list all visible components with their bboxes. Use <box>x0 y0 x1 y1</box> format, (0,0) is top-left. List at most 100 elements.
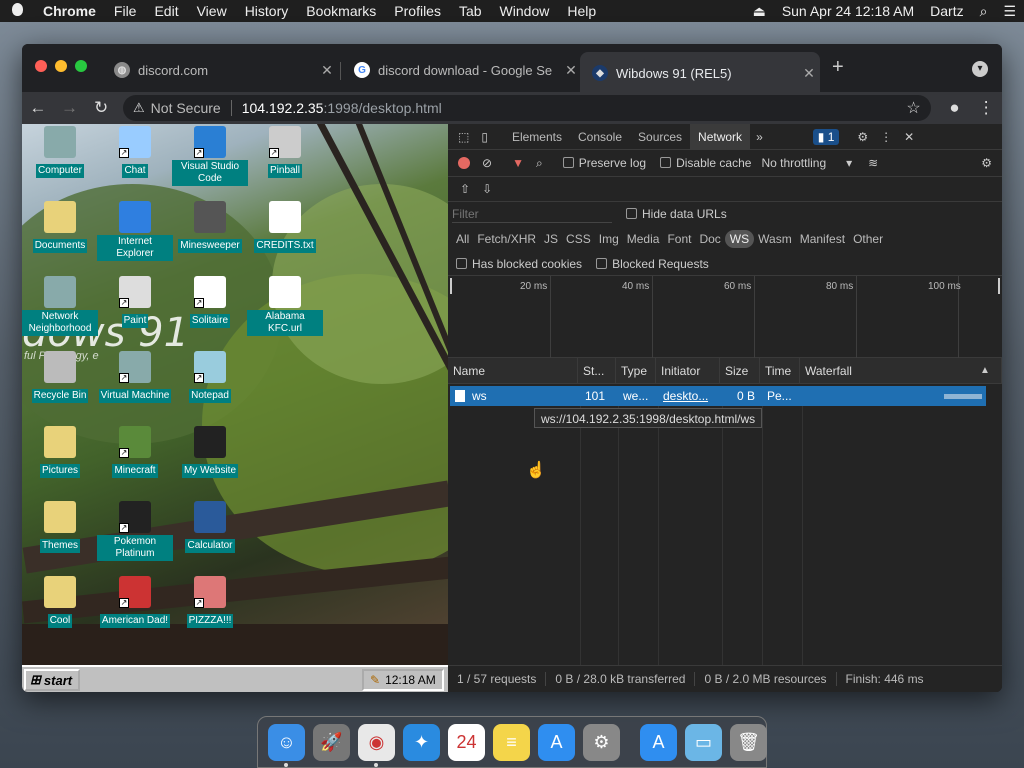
menu-profiles[interactable]: Profiles <box>385 3 450 19</box>
forward-icon[interactable]: → <box>54 98 86 118</box>
close-tab-icon[interactable]: ✕ <box>560 62 582 79</box>
menu-tab[interactable]: Tab <box>450 3 491 19</box>
network-settings-icon[interactable]: ⚙ <box>975 156 998 170</box>
desktop-icon-pictures[interactable]: Pictures <box>22 426 98 478</box>
menu-user[interactable]: Dartz <box>922 3 971 19</box>
menu-app-name[interactable]: Chrome <box>34 3 105 19</box>
desktop-icon-my-website[interactable]: My Website <box>172 426 248 478</box>
disable-cache-checkbox[interactable]: Disable cache <box>660 156 751 170</box>
zoom-window-button[interactable] <box>75 60 87 72</box>
menu-bookmarks[interactable]: Bookmarks <box>297 3 385 19</box>
desktop-icon-minecraft[interactable]: ↗ Minecraft <box>97 426 173 478</box>
desktop-icon-virtual-machine[interactable]: ↗ Virtual Machine <box>97 351 173 403</box>
row-initiator[interactable]: deskto... <box>658 386 708 406</box>
column-header-6[interactable]: Waterfall <box>800 358 1002 384</box>
type-filter-css[interactable]: CSS <box>562 230 595 248</box>
preserve-log-checkbox[interactable]: Preserve log <box>562 156 646 170</box>
desktop-icon-credits-txt[interactable]: CREDITS.txt <box>247 201 323 253</box>
dock-trash-icon[interactable]: 🗑 <box>730 723 767 761</box>
dock-app-store-icon[interactable]: A <box>640 723 677 761</box>
desktop-icon-visual-studio-code[interactable]: ↗ Visual Studio Code <box>172 126 248 186</box>
desktop-icon-minesweeper[interactable]: Minesweeper <box>172 201 248 253</box>
devtools-menu-icon[interactable]: ⋮ <box>874 130 898 144</box>
column-header-0[interactable]: Name <box>448 358 578 384</box>
filter-input[interactable] <box>452 205 612 223</box>
desktop-icon-alabama-kfc-url[interactable]: Alabama KFC.url <box>247 276 323 336</box>
spotlight-icon[interactable]: ⌕ <box>972 3 996 20</box>
messages-badge[interactable]: ▮ 1 <box>812 128 840 145</box>
type-filter-all[interactable]: All <box>452 230 473 248</box>
clear-icon[interactable]: ⊘ <box>476 156 498 170</box>
dock-gear-icon[interactable]: ⚙ <box>583 723 620 761</box>
menu-edit[interactable]: Edit <box>145 3 187 19</box>
record-icon[interactable] <box>458 157 470 169</box>
table-row[interactable]: ws 101 we... deskto... 0 B Pe... <box>450 386 986 406</box>
desktop-icon-notepad[interactable]: ↗ Notepad <box>172 351 248 403</box>
close-tab-icon[interactable]: ✕ <box>798 65 820 82</box>
reload-icon[interactable]: ↻ <box>85 98 117 118</box>
dock-calendar-icon[interactable]: 24 <box>448 723 485 761</box>
column-header-5[interactable]: Time <box>760 358 800 384</box>
type-filter-js[interactable]: JS <box>540 230 562 248</box>
type-filter-ws[interactable]: WS <box>724 230 755 248</box>
profile-avatar-icon[interactable]: ● <box>939 98 971 118</box>
devtools-tab-console[interactable]: Console <box>570 124 630 150</box>
type-filter-media[interactable]: Media <box>623 230 664 248</box>
column-header-2[interactable]: Type <box>616 358 656 384</box>
close-window-button[interactable] <box>35 60 47 72</box>
desktop-icon-cool[interactable]: Cool <box>22 576 98 628</box>
search-icon[interactable]: ⌕ <box>530 156 549 171</box>
desktop-icon-pokemon-platinum[interactable]: ↗ Pokemon Platinum <box>97 501 173 561</box>
hide-data-urls-checkbox[interactable]: Hide data URLs <box>626 207 727 221</box>
start-button[interactable]: ⊞ start <box>24 669 80 691</box>
type-filter-manifest[interactable]: Manifest <box>796 230 849 248</box>
back-icon[interactable]: ← <box>22 98 54 118</box>
type-filter-doc[interactable]: Doc <box>695 230 724 248</box>
type-filter-other[interactable]: Other <box>849 230 887 248</box>
desktop-icon-pinball[interactable]: ↗ Pinball <box>247 126 323 178</box>
device-toolbar-icon[interactable]: ▯ <box>475 130 494 144</box>
column-header-4[interactable]: Size <box>720 358 760 384</box>
column-header-1[interactable]: St... <box>578 358 616 384</box>
desktop-icon-network-neighborhood[interactable]: Network Neighborhood <box>22 276 98 336</box>
menu-history[interactable]: History <box>236 3 298 19</box>
column-header-3[interactable]: Initiator <box>656 358 720 384</box>
desktop-icon-pizzza[interactable]: ↗ PIZZZA!!! <box>172 576 248 628</box>
menu-view[interactable]: View <box>188 3 236 19</box>
blocked-cookies-checkbox[interactable]: Has blocked cookies <box>456 257 582 271</box>
desktop-icon-documents[interactable]: Documents <box>22 201 98 253</box>
desktop-icon-recycle-bin[interactable]: Recycle Bin <box>22 351 98 403</box>
desktop-icon-calculator[interactable]: Calculator <box>172 501 248 553</box>
close-tab-icon[interactable]: ✕ <box>316 62 338 79</box>
warning-icon[interactable]: ⚠ <box>133 100 145 116</box>
dock-chrome-icon[interactable]: ◉ <box>358 723 395 767</box>
tab-3[interactable]: ◆ Wibdows 91 (REL5) ✕ <box>580 52 820 94</box>
export-har-icon[interactable]: ⇩ <box>476 182 498 196</box>
dock-folder-icon[interactable]: ▭ <box>685 723 722 761</box>
sort-ascending-icon[interactable]: ▲ <box>980 358 990 384</box>
throttling-select[interactable]: No throttling ▾ <box>761 156 852 170</box>
desktop-icon-internet-explorer[interactable]: Internet Explorer <box>97 201 173 261</box>
blocked-requests-checkbox[interactable]: Blocked Requests <box>596 257 709 271</box>
new-tab-button[interactable]: + <box>832 56 844 79</box>
settings-gear-icon[interactable]: ⚙ <box>851 130 874 144</box>
desktop-icon-solitaire[interactable]: ↗ Solitaire <box>172 276 248 328</box>
import-har-icon[interactable]: ⇧ <box>454 182 476 196</box>
dock-notes-icon[interactable]: ≡ <box>493 723 530 761</box>
tab-search-icon[interactable]: ▾ <box>972 61 988 77</box>
address-bar[interactable]: ⚠ Not Secure 104.192.2.35 :1998/desktop.… <box>123 95 931 121</box>
apple-icon[interactable] <box>0 2 34 20</box>
type-filter-wasm[interactable]: Wasm <box>754 230 796 248</box>
tab-2[interactable]: Gdiscord download - Google Se ✕ <box>342 54 582 86</box>
dock-app-store-icon[interactable]: A <box>538 723 575 761</box>
devtools-tab-network[interactable]: Network <box>690 123 751 150</box>
tab-1[interactable]: ◍ discord.com ✕ <box>102 54 338 86</box>
desktop-icon-themes[interactable]: Themes <box>22 501 98 553</box>
control-center-icon[interactable]: ☰ <box>995 3 1024 20</box>
minimize-window-button[interactable] <box>55 60 67 72</box>
menu-file[interactable]: File <box>105 3 146 19</box>
network-conditions-icon[interactable]: ≋ <box>862 156 884 170</box>
close-devtools-icon[interactable]: ✕ <box>898 130 920 144</box>
more-tabs-icon[interactable]: » <box>750 130 769 144</box>
inspect-element-icon[interactable]: ⬚ <box>452 130 475 144</box>
